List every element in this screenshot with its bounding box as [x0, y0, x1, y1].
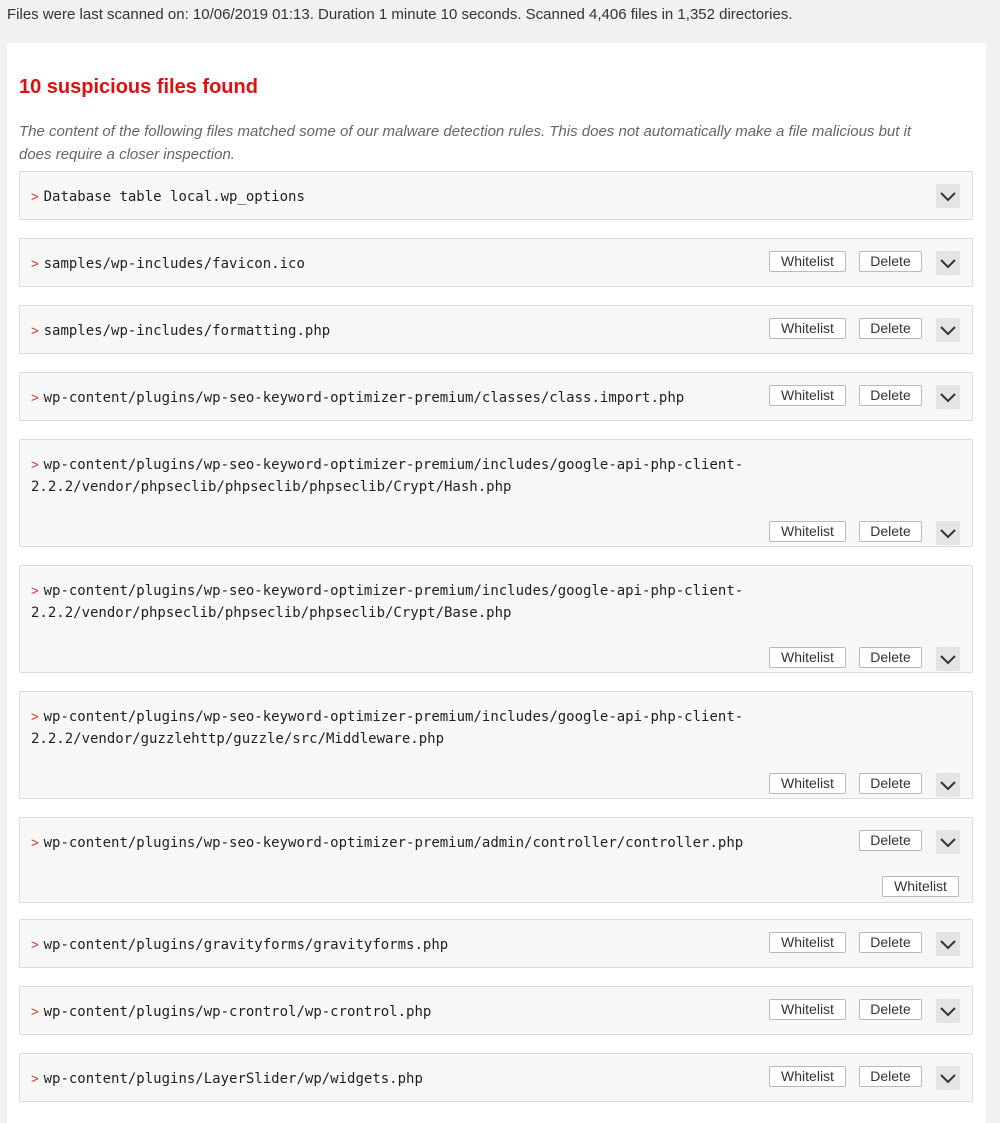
file-path-text: Database table local.wp_options — [43, 189, 305, 205]
file-path-text: wp-content/plugins/wp-crontrol/wp-crontr… — [43, 1004, 432, 1020]
file-row[interactable]: > samples/wp-includes/favicon.ico Whitelis… — [19, 238, 973, 287]
results-panel: 10 suspicious files found The content of… — [7, 43, 986, 1123]
file-row[interactable]: > wp-content/plugins/gravityforms/gravity… — [19, 919, 973, 968]
file-row[interactable]: > wp-content/plugins/wp-crontrol/wp-cront… — [19, 986, 973, 1035]
file-path: > wp-content/plugins/LayerSlider/wp/widge… — [31, 1068, 771, 1090]
file-path-text: wp-content/plugins/wp-seo-keyword-optimi… — [31, 457, 744, 495]
chevron-down-icon[interactable] — [936, 521, 960, 545]
file-path: > wp-content/plugins/wp-crontrol/wp-cront… — [31, 1001, 771, 1023]
file-path: > samples/wp-includes/formatting.php — [31, 320, 771, 342]
file-path: > wp-content/plugins/wp-seo-keyword-optim… — [31, 580, 771, 624]
whitelist-button[interactable]: Whitelist — [769, 521, 846, 542]
file-path-text: wp-content/plugins/wp-seo-keyword-optimi… — [43, 835, 744, 851]
chevron-down-icon[interactable] — [936, 1066, 960, 1090]
delete-button[interactable]: Delete — [859, 251, 922, 272]
chevron-down-icon[interactable] — [936, 647, 960, 671]
chevron-down-icon[interactable] — [936, 773, 960, 797]
whitelist-button[interactable]: Whitelist — [769, 999, 846, 1020]
file-path: > samples/wp-includes/favicon.ico — [31, 253, 771, 275]
delete-button[interactable]: Delete — [859, 932, 922, 953]
whitelist-button[interactable]: Whitelist — [769, 647, 846, 668]
chevron-right-icon: > — [31, 709, 39, 724]
file-path: > wp-content/plugins/wp-seo-keyword-optim… — [31, 832, 771, 854]
delete-button[interactable]: Delete — [859, 318, 922, 339]
scan-info: Files were last scanned on: 10/06/2019 0… — [7, 6, 793, 23]
results-description: The content of the following files match… — [19, 123, 912, 163]
file-row[interactable]: > Database table local.wp_options — [19, 171, 973, 220]
file-path-text: samples/wp-includes/favicon.ico — [43, 256, 305, 272]
whitelist-button[interactable]: Whitelist — [769, 932, 846, 953]
whitelist-button[interactable]: Whitelist — [769, 318, 846, 339]
file-path-text: wp-content/plugins/wp-seo-keyword-optimi… — [31, 583, 744, 621]
chevron-right-icon: > — [31, 256, 39, 271]
file-row[interactable]: > wp-content/plugins/LayerSlider/wp/widge… — [19, 1053, 973, 1102]
chevron-right-icon: > — [31, 189, 39, 204]
file-path-text: samples/wp-includes/formatting.php — [43, 323, 331, 339]
results-heading: 10 suspicious files found — [19, 76, 258, 98]
whitelist-button[interactable]: Whitelist — [769, 1066, 846, 1087]
whitelist-button[interactable]: Whitelist — [769, 251, 846, 272]
chevron-right-icon: > — [31, 390, 39, 405]
chevron-down-icon[interactable] — [936, 251, 960, 275]
chevron-right-icon: > — [31, 323, 39, 338]
chevron-right-icon: > — [31, 457, 39, 472]
whitelist-button[interactable]: Whitelist — [769, 773, 846, 794]
chevron-right-icon: > — [31, 1004, 39, 1019]
file-path: > wp-content/plugins/wp-seo-keyword-optim… — [31, 387, 771, 409]
file-path: > wp-content/plugins/gravityforms/gravity… — [31, 934, 771, 956]
file-path: > wp-content/plugins/wp-seo-keyword-optim… — [31, 454, 771, 498]
chevron-right-icon: > — [31, 937, 39, 952]
chevron-down-icon[interactable] — [936, 932, 960, 956]
delete-button[interactable]: Delete — [859, 521, 922, 542]
chevron-right-icon: > — [31, 583, 39, 598]
file-row[interactable]: > wp-content/plugins/wp-seo-keyword-optim… — [19, 817, 973, 903]
chevron-down-icon[interactable] — [936, 318, 960, 342]
file-path: > wp-content/plugins/wp-seo-keyword-optim… — [31, 706, 771, 750]
file-path-text: wp-content/plugins/gravityforms/gravityf… — [43, 937, 449, 953]
delete-button[interactable]: Delete — [859, 647, 922, 668]
file-row[interactable]: > wp-content/plugins/wp-seo-keyword-optim… — [19, 439, 973, 547]
file-row[interactable]: > samples/wp-includes/formatting.php White… — [19, 305, 973, 354]
whitelist-button[interactable]: Whitelist — [882, 876, 959, 897]
delete-button[interactable]: Delete — [859, 830, 922, 851]
delete-button[interactable]: Delete — [859, 385, 922, 406]
chevron-right-icon: > — [31, 1071, 39, 1086]
delete-button[interactable]: Delete — [859, 1066, 922, 1087]
chevron-down-icon[interactable] — [936, 385, 960, 409]
chevron-down-icon[interactable] — [936, 999, 960, 1023]
whitelist-button[interactable]: Whitelist — [769, 385, 846, 406]
file-row[interactable]: > wp-content/plugins/wp-seo-keyword-optim… — [19, 691, 973, 799]
delete-button[interactable]: Delete — [859, 999, 922, 1020]
file-path: > Database table local.wp_options — [31, 186, 771, 208]
chevron-down-icon[interactable] — [936, 184, 960, 208]
file-path-text: wp-content/plugins/LayerSlider/wp/widget… — [43, 1071, 423, 1087]
delete-button[interactable]: Delete — [859, 773, 922, 794]
file-row[interactable]: > wp-content/plugins/wp-seo-keyword-optim… — [19, 372, 973, 421]
file-path-text: wp-content/plugins/wp-seo-keyword-optimi… — [43, 390, 685, 406]
chevron-down-icon[interactable] — [936, 830, 960, 854]
chevron-right-icon: > — [31, 835, 39, 850]
file-path-text: wp-content/plugins/wp-seo-keyword-optimi… — [31, 709, 744, 747]
file-row[interactable]: > wp-content/plugins/wp-seo-keyword-optim… — [19, 565, 973, 673]
